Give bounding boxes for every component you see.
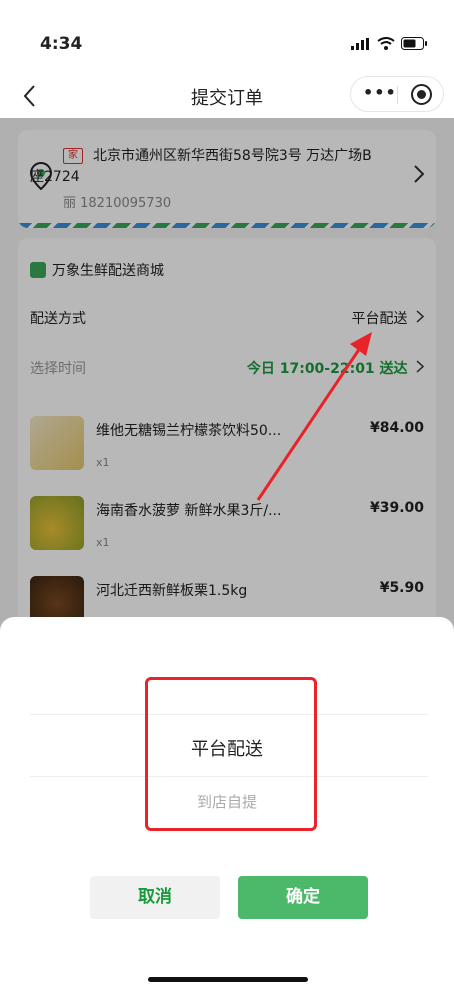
signal-icon: [351, 37, 369, 50]
status-time: 4:34: [40, 34, 83, 54]
close-miniprogram-button[interactable]: [411, 84, 432, 105]
annotation-highlight-box: [145, 677, 317, 831]
nav-bar: 提交订单 •••: [0, 72, 454, 118]
battery-icon: [401, 37, 427, 50]
confirm-button[interactable]: 确定: [238, 876, 368, 919]
cancel-button[interactable]: 取消: [90, 876, 220, 919]
more-button[interactable]: •••: [363, 83, 397, 102]
capsule-divider: [397, 86, 398, 104]
wifi-icon: [377, 37, 395, 50]
status-bar: 4:34: [0, 0, 454, 72]
status-icons: [351, 37, 428, 50]
home-indicator: [148, 977, 308, 982]
mini-program-capsule: •••: [350, 76, 444, 112]
